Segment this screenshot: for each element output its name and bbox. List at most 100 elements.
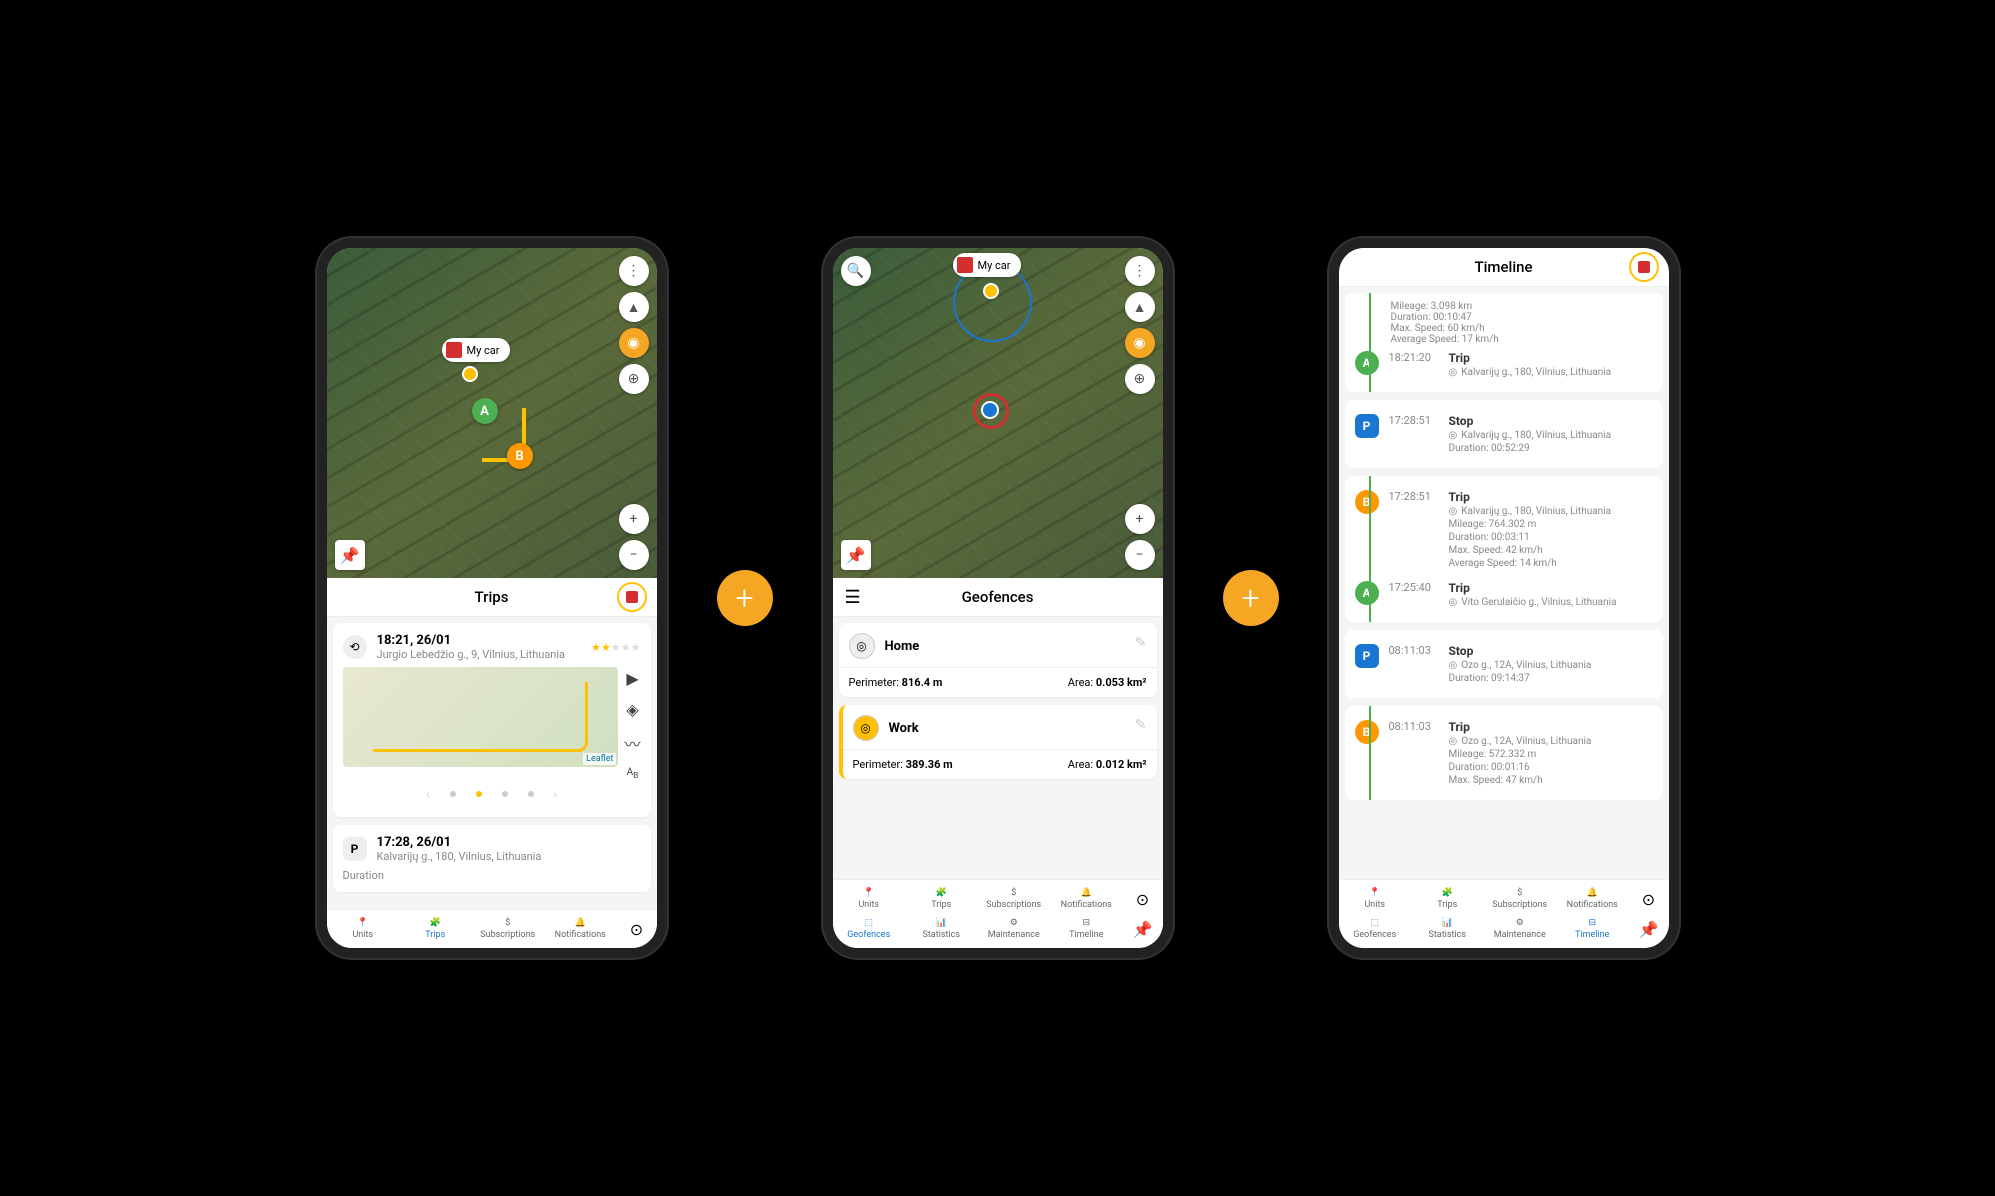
- nav-maintenance[interactable]: ⚙Maintenance: [1484, 914, 1557, 944]
- car-position: [462, 366, 478, 382]
- phone-geofences: My car 🔍 ⋮ ▲ ◉ ⊕ + − 📌 ☰ Geofences ✎ ◎ H…: [823, 238, 1173, 958]
- collapse-icon[interactable]: ⊙: [1642, 890, 1655, 909]
- car-label[interactable]: My car: [442, 338, 510, 362]
- edit-icon[interactable]: ✎: [1135, 635, 1147, 651]
- nav-subscriptions[interactable]: $Subscriptions: [472, 914, 545, 944]
- nav-notifications[interactable]: 🔔Notifications: [1050, 884, 1123, 914]
- trip-card[interactable]: ⟲ 18:21, 26/01 Jurgio Lebedžio g., 9, Vi…: [333, 623, 651, 817]
- menu-button[interactable]: ☰: [845, 587, 861, 608]
- event-title: Stop: [1449, 414, 1653, 428]
- car-name: My car: [467, 344, 500, 357]
- search-button[interactable]: 🔍: [841, 256, 871, 286]
- bottom-nav: 📍Units 🧩Trips $Subscriptions 🔔Notificati…: [833, 879, 1163, 948]
- geofence-name: Work: [889, 721, 919, 736]
- target-icon[interactable]: ◈: [626, 700, 638, 719]
- timeline-card[interactable]: P 17:28:51 Stop ◎ Kalvarijų g., 180, Vil…: [1345, 400, 1663, 468]
- nav-units[interactable]: 📍Units: [327, 914, 400, 944]
- nav-subscriptions[interactable]: $Subscriptions: [978, 884, 1051, 914]
- panel-header: Trips: [327, 578, 657, 617]
- locate-button[interactable]: ⊕: [619, 364, 649, 394]
- geofence-card-home[interactable]: ✎ ◎ Home Perimeter: 816.4 m Area: 0.053 …: [839, 623, 1157, 697]
- marker-a[interactable]: A: [472, 398, 498, 424]
- pin-icon[interactable]: 📌: [1639, 920, 1659, 939]
- zoom-out-button[interactable]: −: [619, 540, 649, 570]
- nav-subscriptions[interactable]: $Subscriptions: [1484, 884, 1557, 914]
- compass-button[interactable]: ▲: [1125, 292, 1155, 322]
- ab-icon[interactable]: AB: [627, 767, 639, 781]
- edit-icon[interactable]: ✎: [1135, 717, 1147, 733]
- nav-statistics[interactable]: 📊Statistics: [1411, 914, 1484, 944]
- nav-geofences[interactable]: ⬚Geofences: [833, 914, 906, 944]
- geofence-name: Home: [885, 639, 920, 654]
- locate-button[interactable]: ⊕: [1125, 364, 1155, 394]
- event-address: ◎ Kalvarijų g., 180, Vilnius, Lithuania: [1449, 430, 1653, 441]
- nav-timeline[interactable]: ⊟Timeline: [1050, 914, 1123, 944]
- timeline-card[interactable]: B 17:28:51 Trip ◎ Kalvarijų g., 180, Vil…: [1345, 476, 1663, 622]
- nav-statistics[interactable]: 📊Statistics: [905, 914, 978, 944]
- nav-notifications[interactable]: 🔔Notifications: [544, 914, 617, 944]
- tl-maxspeed: Max. Speed: 60 km/h: [1391, 323, 1653, 334]
- tl-mileage: Mileage: 3.098 km: [1391, 301, 1653, 312]
- zoom-in-button[interactable]: +: [619, 504, 649, 534]
- zoom-in-button[interactable]: +: [1125, 504, 1155, 534]
- pin-button[interactable]: 📌: [841, 540, 871, 570]
- zoom-out-button[interactable]: −: [1125, 540, 1155, 570]
- phone-timeline: Timeline Mileage: 3.098 km Duration: 00:…: [1329, 238, 1679, 958]
- nav-timeline[interactable]: ⊟Timeline: [1556, 914, 1629, 944]
- car-icon: [446, 342, 462, 358]
- more-button[interactable]: ⋮: [1125, 256, 1155, 286]
- nav-notifications[interactable]: 🔔Notifications: [1556, 884, 1629, 914]
- nav-maintenance[interactable]: ⚙Maintenance: [978, 914, 1051, 944]
- layers-button[interactable]: ◉: [1125, 328, 1155, 358]
- car-filter[interactable]: [617, 582, 647, 612]
- geofence-icon: ◎: [849, 633, 875, 659]
- panel-title: Geofences: [962, 588, 1034, 606]
- nav-units[interactable]: 📍Units: [1339, 884, 1412, 914]
- marker-a-icon: A: [1355, 351, 1379, 375]
- nav-trips[interactable]: 🧩Trips: [905, 884, 978, 914]
- nav-trips[interactable]: 🧩Trips: [1411, 884, 1484, 914]
- event-maxspeed: Max. Speed: 47 km/h: [1449, 775, 1653, 786]
- geofence-card-work[interactable]: ✎ ◎ Work Perimeter: 389.36 m Area: 0.012…: [839, 705, 1157, 779]
- event-title: Trip: [1449, 720, 1653, 734]
- more-button[interactable]: ⋮: [619, 256, 649, 286]
- car-filter[interactable]: [1629, 252, 1659, 282]
- collapse-icon[interactable]: ⊙: [1136, 890, 1149, 909]
- stop-card[interactable]: P 17:28, 26/01 Kalvarijų g., 180, Vilniu…: [333, 825, 651, 892]
- marker-b[interactable]: B: [507, 443, 533, 469]
- event-title: Trip: [1449, 490, 1653, 504]
- tl-duration: Duration: 00:10:47: [1391, 312, 1653, 323]
- nav-trips[interactable]: 🧩Trips: [399, 914, 472, 944]
- chart-icon[interactable]: 〰: [624, 731, 640, 755]
- plus-separator: +: [717, 570, 773, 626]
- car-label[interactable]: My car: [953, 253, 1021, 277]
- marker-a-icon: A: [1355, 581, 1379, 605]
- play-icon[interactable]: ▶: [626, 669, 638, 688]
- nav-geofences[interactable]: ⬚Geofences: [1339, 914, 1412, 944]
- trip-minimap[interactable]: [343, 667, 619, 767]
- nav-units[interactable]: 📍Units: [833, 884, 906, 914]
- area: Area: 0.012 km²: [1068, 758, 1147, 771]
- car-icon: [957, 257, 973, 273]
- timeline-card[interactable]: Mileage: 3.098 km Duration: 00:10:47 Max…: [1345, 293, 1663, 392]
- timeline-card[interactable]: B 08:11:03 Trip ◎ Ozo g., 12A, Vilnius, …: [1345, 706, 1663, 800]
- expand-icon[interactable]: ⊙: [630, 920, 643, 939]
- geofence-icon: ◎: [853, 715, 879, 741]
- event-avgspeed: Average Speed: 14 km/h: [1449, 558, 1653, 569]
- marker-b-icon: B: [1355, 490, 1379, 514]
- event-time: 08:11:03: [1389, 644, 1439, 657]
- pager[interactable]: ‹›: [343, 781, 641, 807]
- layers-button[interactable]: ◉: [619, 328, 649, 358]
- event-address: ◎ Kalvarijų g., 180, Vilnius, Lithuania: [1449, 367, 1653, 378]
- compass-button[interactable]: ▲: [619, 292, 649, 322]
- pin-button[interactable]: 📌: [335, 540, 365, 570]
- pin-icon[interactable]: 📌: [1133, 920, 1153, 939]
- location-dot: [981, 401, 999, 419]
- bottom-nav: 📍Units 🧩Trips $Subscriptions 🔔Notificati…: [327, 909, 657, 948]
- event-time: 08:11:03: [1389, 720, 1439, 733]
- panel-title: Trips: [475, 588, 509, 606]
- timeline-card[interactable]: P 08:11:03 Stop ◎ Ozo g., 12A, Vilnius, …: [1345, 630, 1663, 698]
- event-title: Trip: [1449, 581, 1653, 595]
- event-maxspeed: Max. Speed: 42 km/h: [1449, 545, 1653, 556]
- trip-rating[interactable]: ★★★★★: [591, 641, 640, 654]
